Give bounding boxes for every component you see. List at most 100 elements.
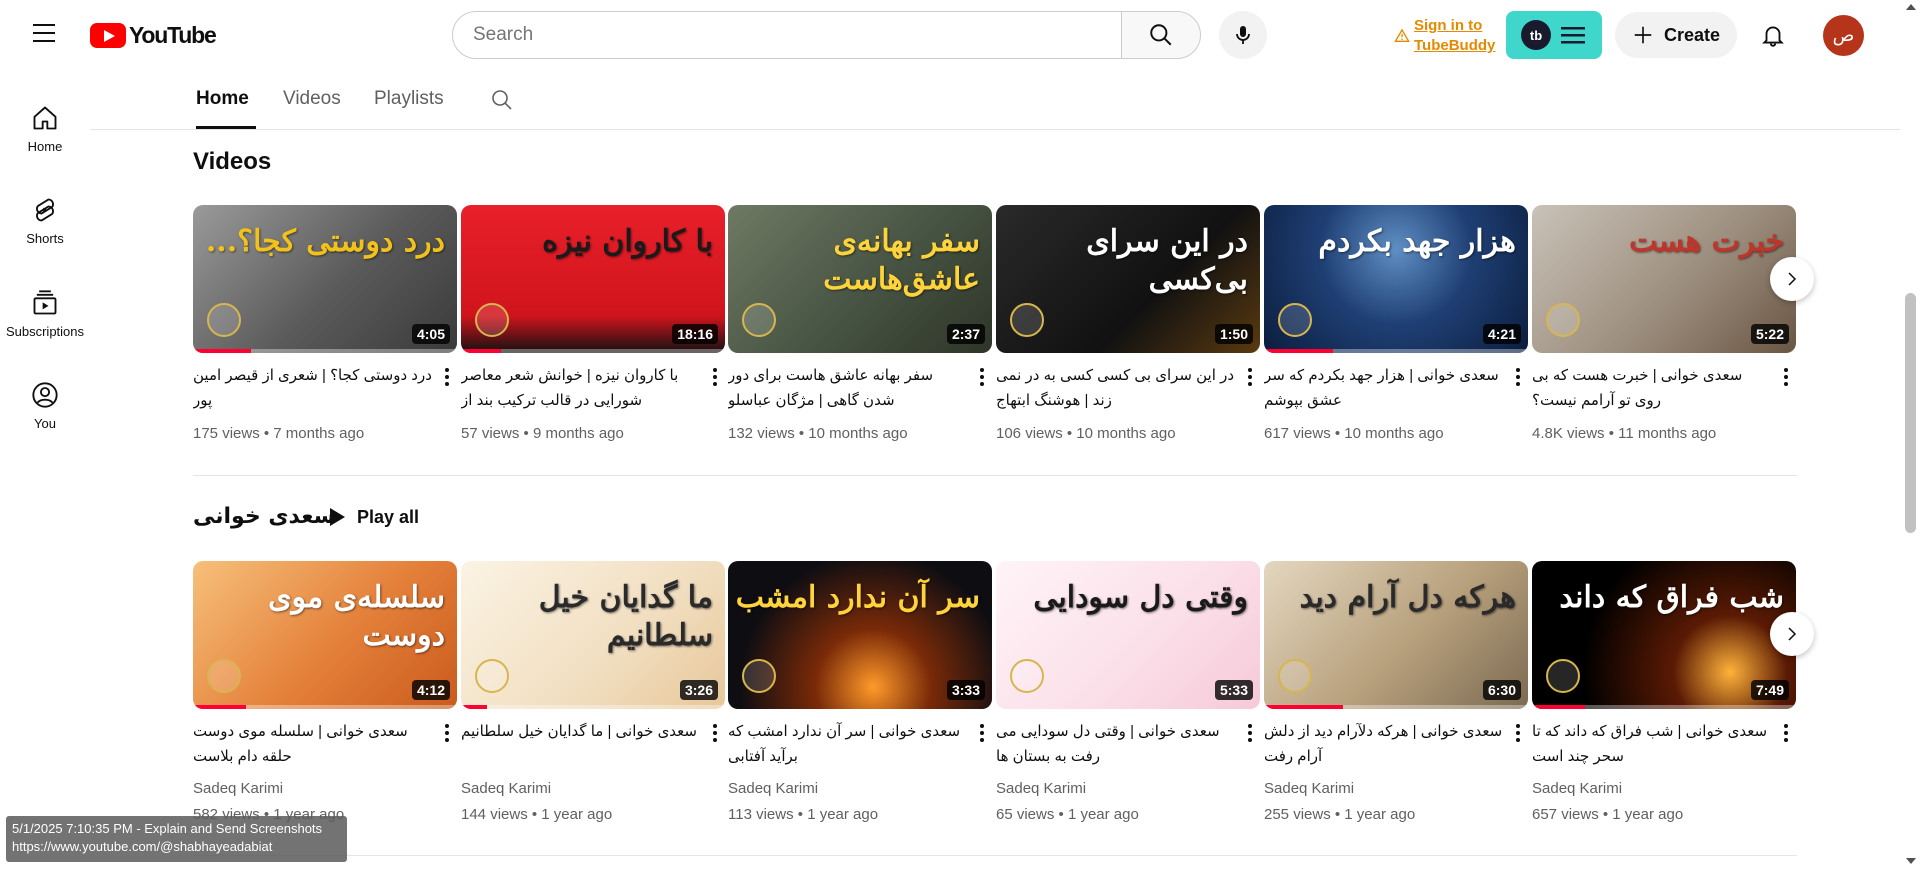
video-card[interactable]: وقتی دل سودایی 5:33 سعدی خوانی | وقتی دل س… (996, 561, 1260, 831)
thumbnail-caption: هزار جهد بکردم (1318, 224, 1516, 259)
channel-name[interactable]: Sadeq Karimi (1532, 780, 1622, 797)
video-thumbnail[interactable]: در این سرای بی‌کسی 1:50 (996, 205, 1260, 353)
video-thumbnail[interactable]: سفر بهانه‌ی عاشق‌هاست 2:37 (728, 205, 992, 353)
watch-progress-fill (1264, 705, 1344, 709)
sidebar-item-home[interactable]: Home (0, 80, 90, 160)
sidebar-item-label: You (34, 416, 56, 431)
channel-seal-logo (1010, 659, 1044, 693)
meta-separator: • (793, 806, 808, 823)
video-thumbnail[interactable]: هرکه دل آرام دید 6:30 (1264, 561, 1528, 709)
video-card[interactable]: سلسله‌ی موی دوست 4:12 سعدی خوانی | سلسله م… (193, 561, 457, 831)
channel-name[interactable]: Sadeq Karimi (996, 780, 1086, 797)
sidebar-item-subscriptions[interactable]: Subscriptions (0, 265, 90, 345)
channel-search-button[interactable] (490, 88, 514, 117)
more-actions-icon[interactable] (1776, 721, 1796, 745)
video-thumbnail[interactable]: خبرت هست 5:22 (1532, 205, 1796, 353)
video-title[interactable]: سعدی خوانی | هرکه دلآرام دید از دلش آرام… (1264, 719, 1504, 769)
more-actions-icon[interactable] (705, 721, 725, 745)
sidebar-item-shorts[interactable]: Shorts (0, 172, 90, 252)
mini-sidebar: Home Shorts Subscriptions You (0, 70, 90, 869)
watch-progress-fill (1532, 705, 1585, 709)
watch-progress-fill (461, 705, 488, 709)
channel-tabs: Home Videos Playlists (90, 70, 1900, 130)
video-title[interactable]: با کاروان نیزه | خوانش شعر معاصر شورایی … (461, 363, 701, 413)
channel-name[interactable]: Sadeq Karimi (1264, 780, 1354, 797)
more-actions-icon[interactable] (972, 721, 992, 745)
video-thumbnail[interactable]: شب فراق که داند 7:49 (1532, 561, 1796, 709)
upload-age: 11 months ago (1618, 425, 1717, 442)
video-thumbnail[interactable]: با کاروان نیزه 18:16 (461, 205, 725, 353)
video-thumbnail[interactable]: ما گدایان خیل سلطانیم 3:26 (461, 561, 725, 709)
search-icon (1150, 24, 1172, 46)
more-actions-icon[interactable] (705, 365, 725, 389)
video-card[interactable]: ما گدایان خیل سلطانیم 3:26 سعدی خوانی | ما… (461, 561, 725, 831)
watch-progress-bar (1264, 349, 1528, 353)
youtube-logo[interactable]: YouTube (90, 21, 217, 48)
video-thumbnail[interactable]: وقتی دل سودایی 5:33 (996, 561, 1260, 709)
video-card[interactable]: با کاروان نیزه 18:16 با کاروان نیزه | خوان… (461, 205, 725, 445)
video-title[interactable]: در این سرای بی کسی کسی به در نمی زند | ه… (996, 363, 1236, 413)
video-card[interactable]: هرکه دل آرام دید 6:30 سعدی خوانی | هرکه دل… (1264, 561, 1528, 831)
channel-seal-logo (207, 303, 241, 337)
video-title[interactable]: سعدی خوانی | ما گدایان خیل سلطانیم (461, 719, 701, 744)
more-actions-icon[interactable] (1240, 721, 1260, 745)
channel-name[interactable]: Sadeq Karimi (193, 780, 283, 797)
more-actions-icon[interactable] (1508, 721, 1528, 745)
search-input[interactable] (473, 24, 1121, 46)
logo-text: YouTube (129, 21, 217, 48)
tubebuddy-signin-link[interactable]: Sign in to TubeBuddy (1394, 16, 1495, 56)
active-tab-indicator (196, 126, 256, 129)
menu-icon[interactable] (29, 22, 61, 46)
tab-playlists[interactable]: Playlists (374, 88, 444, 110)
more-actions-icon[interactable] (1240, 365, 1260, 389)
video-thumbnail[interactable]: درد دوستی کجا؟... 4:05 (193, 205, 457, 353)
video-card[interactable]: درد دوستی کجا؟... 4:05 درد دوستی کجا؟ | شع… (193, 205, 457, 445)
view-count: 106 views (996, 425, 1063, 442)
video-card[interactable]: در این سرای بی‌کسی 1:50 در این سرای بی کسی… (996, 205, 1260, 445)
channel-name[interactable]: Sadeq Karimi (461, 780, 551, 797)
video-title[interactable]: درد دوستی کجا؟ | شعری از قیصر امین پور (193, 363, 433, 413)
video-card[interactable]: سر آن ندارد امشب 3:33 سعدی خوانی | سر آن ن… (728, 561, 992, 831)
more-actions-icon[interactable] (1508, 365, 1528, 389)
scroll-down-arrow[interactable] (1906, 858, 1916, 864)
tab-home[interactable]: Home (196, 88, 249, 110)
video-title[interactable]: سعدی خوانی | هزار جهد بکردم که سر عشق بپ… (1264, 363, 1504, 413)
scroll-up-arrow[interactable] (1906, 4, 1916, 10)
create-button[interactable]: Create (1615, 12, 1737, 58)
video-card[interactable]: شب فراق که داند 7:49 سعدی خوانی | شب فراق … (1532, 561, 1796, 831)
more-actions-icon[interactable] (437, 365, 457, 389)
sidebar-item-you[interactable]: You (0, 357, 90, 437)
video-card[interactable]: سفر بهانه‌ی عاشق‌هاست 2:37 سفر بهانه عاشق … (728, 205, 992, 445)
video-thumbnail[interactable]: سلسله‌ی موی دوست 4:12 (193, 561, 457, 709)
shelf-next-button[interactable] (1770, 612, 1814, 656)
video-thumbnail[interactable]: سر آن ندارد امشب 3:33 (728, 561, 992, 709)
video-title[interactable]: سعدی خوانی | سلسله موی دوست حلقه دام بلا… (193, 719, 433, 769)
video-card[interactable]: هزار جهد بکردم 4:21 سعدی خوانی | هزار جهد … (1264, 205, 1528, 445)
video-card[interactable]: خبرت هست 5:22 سعدی خوانی | خبرت هست که بی … (1532, 205, 1796, 445)
account-avatar[interactable]: ص (1823, 15, 1864, 56)
video-thumbnail[interactable]: هزار جهد بکردم 4:21 (1264, 205, 1528, 353)
more-actions-icon[interactable] (437, 721, 457, 745)
youtube-play-icon (90, 22, 126, 48)
channel-name[interactable]: Sadeq Karimi (728, 780, 818, 797)
play-all-button[interactable]: Play all (327, 506, 419, 528)
tab-videos[interactable]: Videos (283, 88, 341, 110)
voice-search-button[interactable] (1219, 11, 1267, 59)
video-title[interactable]: سعدی خوانی | وقتی دل سودایی می رفت به بس… (996, 719, 1236, 769)
more-actions-icon[interactable] (972, 365, 992, 389)
tubebuddy-button[interactable]: tb (1506, 11, 1602, 59)
shelf-next-button[interactable] (1770, 257, 1814, 301)
video-meta: 175 views • 7 months ago (193, 425, 364, 442)
more-actions-icon[interactable] (1776, 365, 1796, 389)
video-meta: 617 views • 10 months ago (1264, 425, 1444, 442)
video-title[interactable]: سعدی خوانی | سر آن ندارد امشب که برآید آ… (728, 719, 968, 769)
video-title[interactable]: سفر بهانه عاشق هاست برای دور شدن گاهی | … (728, 363, 968, 413)
video-title[interactable]: سعدی خوانی | خبرت هست که بی روی تو آرامم… (1532, 363, 1772, 413)
scrollbar-thumb[interactable] (1905, 293, 1916, 533)
view-count: 65 views (996, 806, 1055, 823)
video-title[interactable]: سعدی خوانی | شب فراق که داند که تا سحر چ… (1532, 719, 1772, 769)
notifications-button[interactable] (1753, 15, 1793, 55)
search-button[interactable] (1121, 11, 1201, 59)
view-count: 144 views (461, 806, 528, 823)
video-meta: 4.8K views • 11 months ago (1532, 425, 1716, 442)
